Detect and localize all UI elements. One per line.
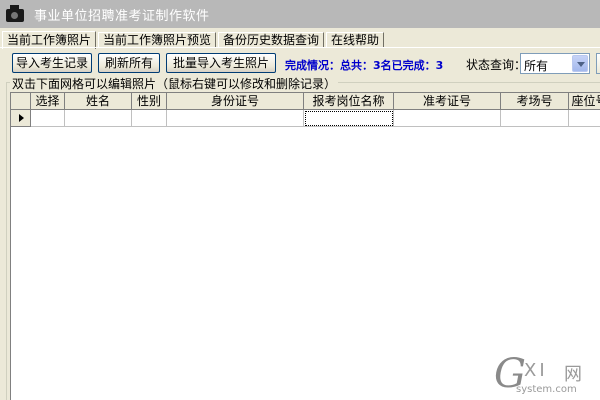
tab-divider bbox=[0, 47, 600, 48]
chevron-down-icon[interactable] bbox=[572, 55, 588, 72]
column-header-ticket-number[interactable]: 准考证号 bbox=[394, 93, 501, 110]
refresh-all-button[interactable]: 刷新所有 bbox=[98, 53, 160, 73]
edge-button[interactable] bbox=[596, 53, 600, 74]
watermark-xi: XI bbox=[524, 360, 548, 381]
table-row[interactable] bbox=[11, 110, 600, 127]
watermark-logo: G XI 网 system.com bbox=[494, 354, 598, 400]
status-filter-value: 所有 bbox=[524, 59, 549, 73]
tab-photo-preview[interactable]: 当前工作簿照片预览 bbox=[98, 32, 217, 48]
status-filter-label: 状态查询： bbox=[466, 58, 527, 72]
cell-name[interactable] bbox=[65, 110, 132, 127]
cell-select[interactable] bbox=[31, 110, 65, 127]
status-filter-select[interactable]: 所有 bbox=[520, 53, 590, 74]
tab-history-query[interactable]: 备份历史数据查询 bbox=[218, 32, 325, 48]
column-header-exam-room[interactable]: 考场号 bbox=[501, 93, 569, 110]
cell-position[interactable] bbox=[304, 110, 394, 127]
watermark-net: 网 bbox=[564, 364, 582, 385]
row-pointer-icon[interactable] bbox=[11, 110, 31, 127]
grid-header: 选择 姓名 性别 身份证号 报考岗位名称 准考证号 考场号 座位号 bbox=[11, 93, 600, 110]
cell-exam-room[interactable] bbox=[501, 110, 569, 127]
groupbox-label: 双击下面网格可以编辑照片（鼠标右键可以修改和删除记录） bbox=[10, 75, 339, 92]
cell-gender[interactable] bbox=[132, 110, 167, 127]
column-header-select[interactable]: 选择 bbox=[31, 93, 65, 110]
window-title: 事业单位招聘准考证制作软件 bbox=[34, 8, 210, 24]
title-bar: 事业单位招聘准考证制作软件 bbox=[0, 0, 600, 28]
watermark-url: system.com bbox=[516, 384, 577, 395]
column-header-position[interactable]: 报考岗位名称 bbox=[304, 93, 394, 110]
tab-online-help[interactable]: 在线帮助 bbox=[326, 32, 385, 48]
column-header-gender[interactable]: 性别 bbox=[132, 93, 167, 110]
column-header-name[interactable]: 姓名 bbox=[65, 93, 132, 110]
cell-id-number[interactable] bbox=[167, 110, 304, 127]
cell-seat[interactable] bbox=[569, 110, 600, 127]
completion-status: 完成情况：总共：3名已完成：3 bbox=[285, 59, 444, 72]
batch-import-photos-button[interactable]: 批量导入考生照片 bbox=[166, 53, 276, 73]
camera-icon[interactable] bbox=[4, 3, 26, 25]
column-header-id-number[interactable]: 身份证号 bbox=[167, 93, 304, 110]
column-header-seat[interactable]: 座位号 bbox=[569, 93, 600, 110]
header-row-selector bbox=[11, 93, 31, 110]
tab-strip: 当前工作簿照片 当前工作簿照片预览 备份历史数据查询 在线帮助 bbox=[2, 30, 386, 49]
cell-ticket-number[interactable] bbox=[394, 110, 501, 127]
import-records-button[interactable]: 导入考生记录 bbox=[12, 53, 92, 73]
